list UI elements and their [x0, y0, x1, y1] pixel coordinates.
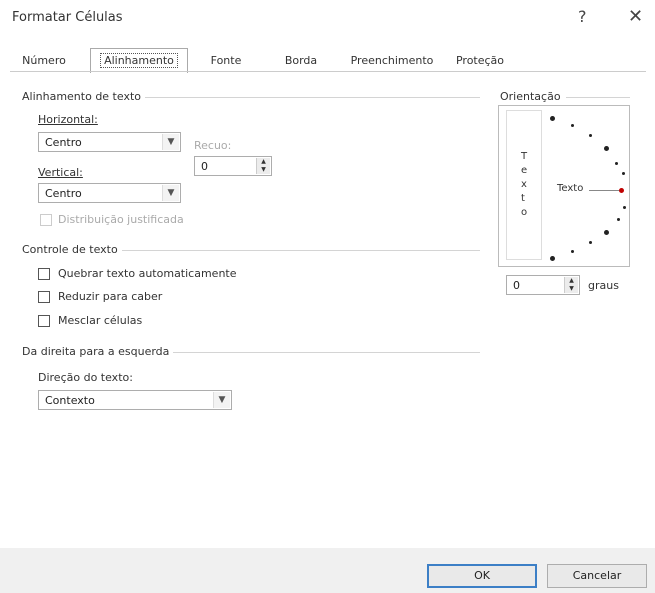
- merge-cells-label: Mesclar células: [58, 314, 143, 327]
- justified-label: Distribuição justificada: [58, 213, 184, 226]
- help-button[interactable]: ?: [578, 7, 587, 26]
- chevron-down-icon: ▼: [213, 392, 230, 408]
- dial-mark: [571, 124, 574, 127]
- tab-fonte[interactable]: Fonte: [194, 50, 258, 72]
- tab-divider: [10, 71, 646, 72]
- tab-alinhamento-label: Alinhamento: [100, 53, 178, 68]
- horizontal-value: Centro: [45, 136, 82, 149]
- title-bar: Formatar Células ? ✕: [0, 0, 655, 36]
- vertical-letter: x: [521, 179, 527, 190]
- shrink-to-fit-checkbox[interactable]: [38, 291, 50, 303]
- orientation-handle[interactable]: [619, 188, 624, 193]
- dial-mark: [589, 241, 592, 244]
- orientation-needle: [589, 190, 619, 191]
- degrees-value: 0: [513, 279, 520, 292]
- wrap-text-checkbox[interactable]: [38, 268, 50, 280]
- dial-mark: [571, 250, 574, 253]
- cancel-button[interactable]: Cancelar: [547, 564, 647, 588]
- chevron-down-icon: ▼: [162, 185, 179, 201]
- tab-numero[interactable]: Número: [14, 50, 74, 72]
- tab-protecao[interactable]: Proteção: [446, 50, 514, 72]
- shrink-to-fit-label: Reduzir para caber: [58, 290, 163, 303]
- dialog-title: Formatar Células: [12, 10, 123, 25]
- tab-alinhamento[interactable]: Alinhamento: [90, 48, 188, 73]
- spinner-arrows-icon[interactable]: ▲ ▼: [564, 277, 578, 293]
- spinner-arrows-icon[interactable]: ▲ ▼: [256, 158, 270, 174]
- vertical-text-button[interactable]: T e x t o: [506, 110, 542, 260]
- tab-borda[interactable]: Borda: [266, 50, 336, 72]
- vertical-label: Vertical:: [38, 166, 83, 179]
- dial-mark: [617, 218, 620, 221]
- dial-mark: [604, 230, 609, 235]
- tab-preenchimento[interactable]: Preenchimento: [344, 50, 440, 72]
- orientation-text-label: Texto: [557, 183, 584, 194]
- vertical-letter: e: [521, 165, 528, 176]
- text-control-group-label: Controle de texto: [22, 243, 122, 256]
- vertical-letter: o: [521, 207, 528, 218]
- horizontal-select[interactable]: Centro ▼: [38, 132, 181, 152]
- dial-mark: [623, 206, 626, 209]
- dial-mark: [615, 162, 618, 165]
- text-direction-select[interactable]: Contexto ▼: [38, 390, 232, 410]
- text-direction-value: Contexto: [45, 394, 95, 407]
- vertical-letter: t: [521, 193, 525, 204]
- indent-value: 0: [201, 160, 208, 173]
- dial-mark: [550, 116, 555, 121]
- dialog-footer: OK Cancelar: [0, 548, 655, 593]
- degrees-spinner[interactable]: 0 ▲ ▼: [506, 275, 580, 295]
- ok-button[interactable]: OK: [427, 564, 537, 588]
- indent-spinner[interactable]: 0 ▲ ▼: [194, 156, 272, 176]
- rtl-group-label: Da direita para a esquerda: [22, 345, 174, 358]
- vertical-letter: T: [521, 151, 528, 162]
- horizontal-label: Horizontal:: [38, 113, 98, 126]
- alignment-group-label: Alinhamento de texto: [22, 90, 146, 103]
- dial-mark: [589, 134, 592, 137]
- text-direction-label: Direção do texto:: [38, 371, 133, 384]
- orientation-dial[interactable]: Texto: [545, 110, 627, 261]
- dial-mark: [550, 256, 555, 261]
- indent-label: Recuo:: [194, 139, 232, 152]
- vertical-value: Centro: [45, 187, 82, 200]
- close-icon[interactable]: ✕: [628, 6, 643, 27]
- dial-mark: [622, 172, 625, 175]
- merge-cells-checkbox[interactable]: [38, 315, 50, 327]
- chevron-down-icon: ▼: [162, 134, 179, 150]
- wrap-text-label: Quebrar texto automaticamente: [58, 267, 237, 280]
- dial-mark: [604, 146, 609, 151]
- orientation-group-label: Orientação: [500, 90, 565, 103]
- vertical-select[interactable]: Centro ▼: [38, 183, 181, 203]
- degrees-label: graus: [588, 279, 619, 292]
- group-divider: [566, 97, 630, 98]
- justified-checkbox[interactable]: [40, 214, 52, 226]
